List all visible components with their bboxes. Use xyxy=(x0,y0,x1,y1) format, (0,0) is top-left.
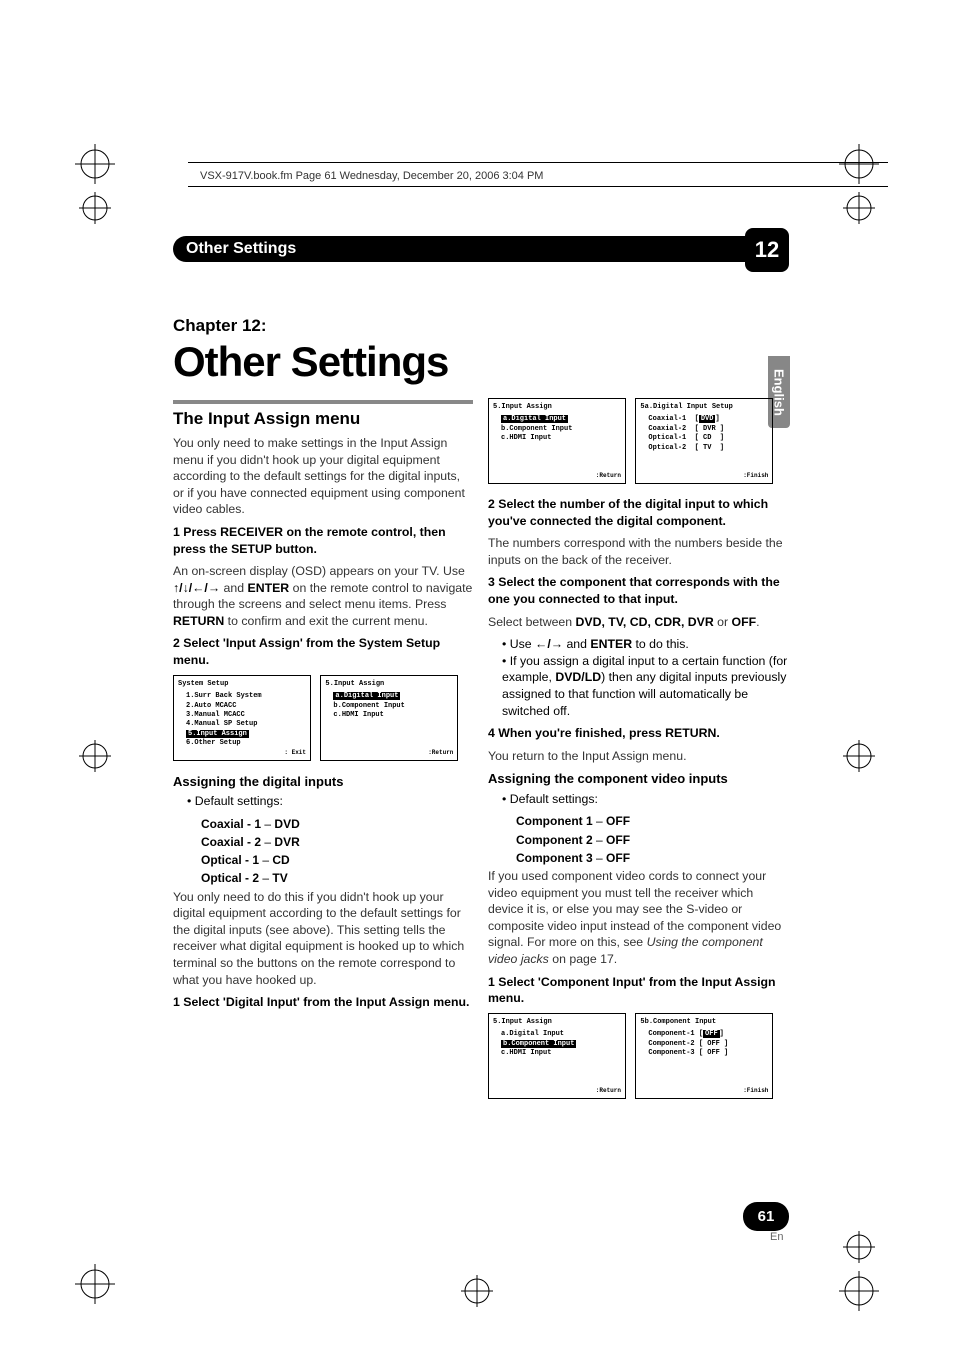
heading-input-assign: The Input Assign menu xyxy=(173,408,473,431)
crop-mark-icon xyxy=(450,1271,504,1311)
body-text: If you used component video cords to con… xyxy=(488,868,788,968)
osd-system-setup: System Setup 1.Surr Back System 2.Auto M… xyxy=(173,675,311,761)
section-title: Other Settings xyxy=(186,240,296,258)
body-text: An on-screen display (OSD) appears on yo… xyxy=(173,563,473,629)
bullet: Default settings: xyxy=(187,793,473,810)
crop-mark-icon xyxy=(832,736,886,776)
default-setting: Optical - 2 – TV xyxy=(201,870,473,886)
bullet: Use ←/→ and ENTER to do this. xyxy=(502,636,788,653)
bullet: If you assign a digital input to a certa… xyxy=(502,653,788,719)
page-header-meta: VSX-917V.book.fm Page 61 Wednesday, Dece… xyxy=(200,170,543,182)
page-language: En xyxy=(770,1231,783,1243)
heading-component-inputs: Assigning the component video inputs xyxy=(488,770,788,788)
step-1b: 1 Select 'Digital Input' from the Input … xyxy=(173,994,473,1011)
default-setting: Coaxial - 1 – DVD xyxy=(201,816,473,832)
step-1c: 1 Select 'Component Input' from the Inpu… xyxy=(488,974,788,1007)
body-text: Select between DVD, TV, CD, CDR, DVR or … xyxy=(488,614,788,631)
bullet: Default settings: xyxy=(502,791,788,808)
crop-mark-icon xyxy=(68,736,122,776)
body-text: You return to the Input Assign menu. xyxy=(488,748,788,765)
header-rule-2 xyxy=(188,186,888,187)
divider xyxy=(173,400,473,404)
chapter-number-badge: 12 xyxy=(745,228,789,272)
default-setting: Optical - 1 – CD xyxy=(201,852,473,868)
default-setting: Component 2 – OFF xyxy=(516,832,788,848)
body-text: You only need to make settings in the In… xyxy=(173,435,473,518)
chapter-title: Other Settings xyxy=(173,338,448,386)
step-2b: 2 Select the number of the digital input… xyxy=(488,496,788,529)
body-text: The numbers correspond with the numbers … xyxy=(488,535,788,568)
step-4: 4 When you're finished, press RETURN. xyxy=(488,725,788,742)
body-text: You only need to do this if you didn't h… xyxy=(173,889,473,989)
crop-mark-icon xyxy=(832,1227,886,1311)
osd-input-assign: 5.Input Assign a.Digital Input b.Compone… xyxy=(320,675,458,761)
default-setting: Component 3 – OFF xyxy=(516,850,788,866)
default-setting: Coaxial - 2 – DVR xyxy=(201,834,473,850)
crop-mark-icon xyxy=(68,1257,122,1311)
step-3: 3 Select the component that corresponds … xyxy=(488,574,788,607)
osd-component-input: 5b.Component Input Component-1 [OFF] Com… xyxy=(635,1013,773,1099)
osd-input-assign-3: 5.Input Assign a.Digital Input b.Compone… xyxy=(488,1013,626,1099)
step-1: 1 Press RECEIVER on the remote control, … xyxy=(173,524,473,557)
step-2: 2 Select 'Input Assign' from the System … xyxy=(173,635,473,668)
osd-input-assign-2: 5.Input Assign a.Digital Input b.Compone… xyxy=(488,398,626,484)
page-number-badge: 61 xyxy=(743,1202,789,1231)
heading-digital-inputs: Assigning the digital inputs xyxy=(173,773,473,791)
default-setting: Component 1 – OFF xyxy=(516,813,788,829)
osd-digital-input-setup: 5a.Digital Input Setup Coaxial-1 [DVD] C… xyxy=(635,398,773,484)
header-rule xyxy=(188,162,888,163)
crop-mark-icon xyxy=(68,144,122,228)
chapter-label: Chapter 12: xyxy=(173,316,267,336)
